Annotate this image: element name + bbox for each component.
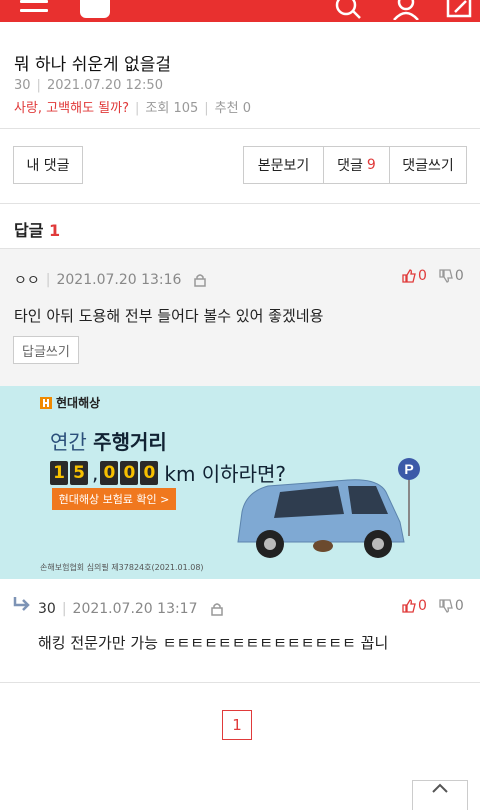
lock-icon	[210, 603, 223, 616]
lock-icon	[194, 274, 207, 287]
my-comments-button[interactable]: 내 댓글	[13, 146, 83, 184]
comment-meta: 30 | 2021.07.20 13:17	[38, 601, 224, 617]
post-meta-2: 사랑, 고백해도 될까? | 조회 105 | 추천 0	[14, 101, 251, 116]
views-count: 105	[173, 101, 199, 116]
upvote-count: 0	[418, 598, 427, 614]
comment-meta: ㅇㅇ | 2021.07.20 13:16	[14, 270, 207, 290]
ad-footnote: 손해보험협회 심의필 제37824호(2021.01.08)	[40, 563, 204, 572]
ad-headline: 연간 주행거리	[50, 430, 167, 454]
comment-nick[interactable]: 30	[38, 601, 56, 617]
site-logo[interactable]	[80, 0, 110, 18]
downvote-count: 0	[454, 268, 464, 284]
divider	[0, 128, 480, 129]
downvote-button[interactable]: 0	[439, 598, 464, 614]
page-number-current[interactable]: 1	[222, 710, 252, 740]
divider	[0, 203, 480, 204]
downvote-button[interactable]: 0	[439, 268, 464, 284]
menu-icon[interactable]	[20, 0, 48, 16]
user-icon[interactable]	[392, 0, 420, 20]
chevron-up-icon	[432, 783, 448, 793]
views-label: 조회	[145, 101, 170, 116]
post-category[interactable]: 사랑, 고백해도 될까?	[14, 101, 129, 116]
ad-brand: 현대해상	[40, 394, 100, 411]
ad-banner[interactable]: 현대해상 연간 주행거리 1 5 , 0 0 0 km 이하라면? 현대해상 보…	[0, 386, 480, 579]
thumbs-down-icon	[439, 269, 453, 283]
upvote-button[interactable]: 0	[402, 268, 427, 284]
reply-button[interactable]: 답글쓰기	[13, 336, 79, 364]
hyundai-marine-logo-icon	[40, 396, 52, 409]
comment-nick[interactable]: ㅇㅇ	[14, 270, 40, 290]
post-title: 뭐 하나 쉬운게 없을걸	[14, 55, 171, 75]
comment-votes: 0 0	[402, 268, 464, 284]
divider	[0, 682, 480, 683]
comments-count: 9	[366, 157, 376, 173]
ad-digit: 5	[70, 460, 88, 485]
comment-votes: 0 0	[402, 598, 464, 614]
ad-digit: 1	[50, 460, 68, 485]
upvote-count: 0	[418, 268, 427, 284]
scroll-top-button[interactable]	[412, 780, 468, 810]
write-comment-button[interactable]: 댓글쓰기	[389, 146, 467, 184]
comment-datetime: 2021.07.20 13:17	[72, 601, 198, 617]
car-illustration	[237, 479, 405, 558]
upvote-button[interactable]: 0	[402, 598, 427, 614]
comment-text: 타인 아뒤 도용해 전부 들어다 볼수 있어 좋겠네용	[14, 307, 324, 325]
top-bar	[0, 0, 480, 22]
replies-heading: 답글 1	[14, 221, 61, 240]
view-post-button[interactable]: 본문보기	[243, 146, 324, 184]
reply-arrow-icon	[13, 597, 30, 611]
downvote-count: 0	[454, 598, 464, 614]
recommend-label: 추천	[214, 101, 239, 116]
ad-digit: 0	[140, 460, 159, 485]
post-author[interactable]: 30	[14, 78, 31, 93]
ad-cta-button[interactable]: 현대해상 보험료 확인 >	[52, 488, 176, 510]
thumbs-up-icon	[402, 269, 416, 283]
search-icon[interactable]	[334, 0, 364, 20]
post-header: 뭐 하나 쉬운게 없을걸	[14, 50, 466, 75]
ad-digit: 0	[100, 460, 119, 485]
comment-datetime: 2021.07.20 13:16	[56, 272, 182, 288]
thumbs-down-icon	[439, 599, 453, 613]
thumbs-up-icon	[402, 599, 416, 613]
recommend-count: 0	[242, 101, 251, 116]
comments-button[interactable]: 댓글 9	[323, 146, 390, 184]
write-icon[interactable]	[446, 0, 474, 20]
ad-digit: 0	[120, 460, 139, 485]
post-datetime: 2021.07.20 12:50	[46, 78, 163, 93]
comment-text: 해킹 전문가만 가능 ㅌㅌㅌㅌㅌㅌㅌㅌㅌㅌㅌㅌㅌㅌ 꼽니	[38, 634, 389, 652]
post-meta: 30 | 2021.07.20 12:50	[14, 78, 163, 93]
replies-count: 1	[49, 221, 61, 240]
